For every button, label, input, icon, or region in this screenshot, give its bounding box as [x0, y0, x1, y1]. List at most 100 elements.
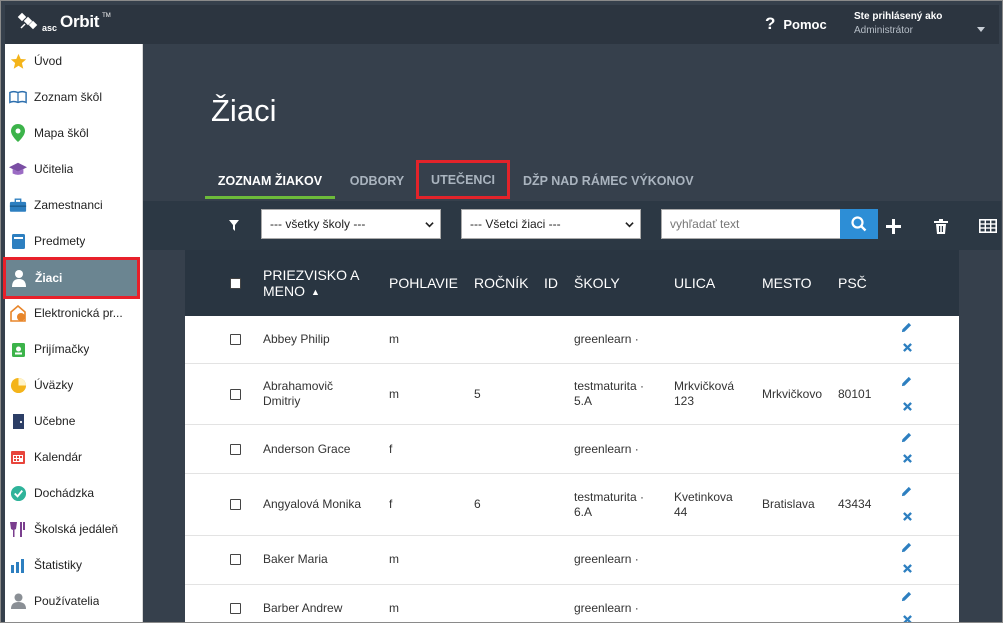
edit-icon[interactable] — [901, 322, 912, 333]
filter-icon[interactable] — [229, 220, 239, 231]
grid-icon — [979, 219, 997, 233]
sidebar-item-predmety[interactable]: Predmety — [5, 224, 142, 258]
cell-street: Mrkvičková 123 — [674, 379, 735, 408]
table-header: PRIEZVISKO A MENO ▲ POHLAVIE ROČNÍK ID Š… — [185, 250, 959, 316]
column-header-school[interactable]: ŠKOLY — [574, 275, 620, 291]
delete-row-icon[interactable] — [903, 343, 912, 352]
sidebar-item-ucitelia[interactable]: Učitelia — [5, 152, 142, 186]
row-checkbox[interactable] — [230, 554, 241, 565]
edit-icon[interactable] — [901, 376, 912, 387]
e-application-icon — [9, 304, 27, 322]
door-icon — [9, 412, 27, 430]
delete-row-icon[interactable] — [903, 512, 912, 521]
column-header-zip[interactable]: PSČ — [838, 275, 867, 291]
sidebar-item-prijimacky[interactable]: Prijímačky — [5, 332, 142, 366]
cell-name: Anderson Grace — [263, 442, 351, 456]
tab-dzp-nad-ramec-vykonov[interactable]: DŽP NAD RÁMEC VÝKONOV — [523, 163, 694, 199]
column-header-name[interactable]: PRIEZVISKO A MENO ▲ — [263, 267, 373, 299]
sidebar-item-kalendar[interactable]: Kalendár — [5, 440, 142, 474]
cell-street: Kvetinkova 44 — [674, 490, 733, 519]
map-pin-icon — [9, 124, 27, 142]
sidebar-item-statistiky[interactable]: Štatistiky — [5, 548, 142, 582]
cell-gender: m — [389, 332, 399, 346]
sidebar-item-elektronicka-prihlaska[interactable]: Elektronická pr... — [5, 296, 142, 330]
column-header-city[interactable]: MESTO — [762, 275, 812, 291]
delete-button[interactable] — [932, 217, 950, 235]
delete-row-icon[interactable] — [903, 564, 912, 573]
sidebar-item-dochadzka[interactable]: Dochádzka — [5, 476, 142, 510]
search-button[interactable] — [840, 209, 878, 239]
admission-icon — [9, 340, 27, 358]
table-row[interactable]: Barber Andrew m greenlearn · — [185, 585, 959, 623]
row-checkbox[interactable] — [230, 444, 241, 455]
table-row[interactable]: Anderson Grace f greenlearn · — [185, 425, 959, 474]
chevron-down-icon — [425, 222, 434, 228]
column-header-gender[interactable]: POHLAVIE — [389, 275, 458, 291]
sidebar-item-mapa-skol[interactable]: Mapa škôl — [5, 116, 142, 150]
cell-gender: m — [389, 601, 399, 615]
sidebar-item-ziaci[interactable]: Žiaci — [3, 257, 140, 299]
page-title: Žiaci — [211, 93, 277, 128]
sidebar-item-uvazky[interactable]: Úväzky — [5, 368, 142, 402]
grid-view-button[interactable] — [979, 217, 997, 235]
help-button[interactable]: ? Pomoc — [765, 14, 827, 34]
delete-row-icon[interactable] — [903, 454, 912, 463]
user-line-1: Ste prihlásený ako — [854, 11, 943, 22]
cell-city: Mrkvičkovo — [762, 387, 823, 401]
column-header-year[interactable]: ROČNÍK — [474, 275, 528, 291]
cell-year: 5 — [474, 387, 481, 401]
edit-icon[interactable] — [901, 591, 912, 602]
check-circle-icon — [9, 484, 27, 502]
app-window: asc Orbit TM ? Pomoc Ste prihlásený ako … — [0, 0, 1003, 623]
user-icon — [9, 592, 27, 610]
row-checkbox[interactable] — [230, 499, 241, 510]
delete-row-icon[interactable] — [903, 615, 912, 623]
table-row[interactable]: Angyalová Monika f 6 testmaturita · 6.A … — [185, 474, 959, 536]
cell-name: Angyalová Monika — [263, 497, 362, 511]
app-logo[interactable]: asc Orbit TM — [17, 10, 111, 33]
student-select[interactable]: --- Všetci žiaci --- — [461, 209, 641, 239]
plus-icon — [885, 218, 901, 234]
delete-row-icon[interactable] — [903, 402, 912, 411]
edit-icon[interactable] — [901, 432, 912, 443]
row-checkbox[interactable] — [230, 603, 241, 614]
add-button[interactable] — [884, 217, 902, 235]
cell-zip: 80101 — [838, 387, 872, 401]
sidebar-item-pouzivatelia[interactable]: Používatelia — [5, 584, 142, 618]
notebook-icon — [9, 232, 27, 250]
sidebar-item-ucebne[interactable]: Učebne — [5, 404, 142, 438]
calendar-icon — [9, 448, 27, 466]
tab-odbory[interactable]: ODBORY — [345, 163, 409, 199]
chevron-down-icon — [625, 222, 634, 228]
trash-icon — [934, 218, 948, 234]
cell-school: greenlearn · — [574, 332, 639, 346]
table-row[interactable]: Abrahamovič Dmitriy m 5 testmaturita · 5… — [185, 364, 959, 425]
select-all-checkbox[interactable] — [230, 278, 241, 289]
sidebar-item-zamestnanci[interactable]: Zamestnanci — [5, 188, 142, 222]
book-icon — [9, 88, 27, 106]
sort-ascending-icon: ▲ — [311, 287, 320, 297]
sidebar-item-zoznam-skol[interactable]: Zoznam škôl — [5, 80, 142, 114]
table-row[interactable]: Baker Maria m greenlearn · — [185, 536, 959, 585]
tab-zoznam-ziakov[interactable]: ZOZNAM ŽIAKOV — [205, 163, 335, 199]
column-header-id[interactable]: ID — [544, 275, 558, 291]
edit-icon[interactable] — [901, 486, 912, 497]
cell-gender: m — [389, 387, 399, 401]
row-checkbox[interactable] — [230, 389, 241, 400]
search-input[interactable] — [661, 209, 841, 239]
edit-icon[interactable] — [901, 542, 912, 553]
sidebar-item-uvod[interactable]: Úvod — [5, 44, 142, 78]
search-icon — [851, 216, 867, 232]
table-row[interactable]: Abbey Philip m greenlearn · — [185, 317, 959, 364]
tab-utecenci[interactable]: UTEČENCI — [416, 160, 510, 199]
sidebar: Úvod Zoznam škôl Mapa škôl Učitelia Zame… — [3, 44, 143, 622]
school-select[interactable]: --- všetky školy --- — [261, 209, 441, 239]
user-menu[interactable]: Ste prihlásený ako Administrátor — [854, 10, 942, 38]
cell-school: testmaturita · 6.A — [574, 490, 645, 519]
sidebar-item-skolska-jedalen[interactable]: Školská jedáleň — [5, 512, 142, 546]
column-header-street[interactable]: ULICA — [674, 275, 715, 291]
cell-zip: 43434 — [838, 497, 872, 511]
row-checkbox[interactable] — [230, 334, 241, 345]
chevron-down-icon[interactable] — [977, 27, 985, 32]
dining-icon — [9, 520, 27, 538]
